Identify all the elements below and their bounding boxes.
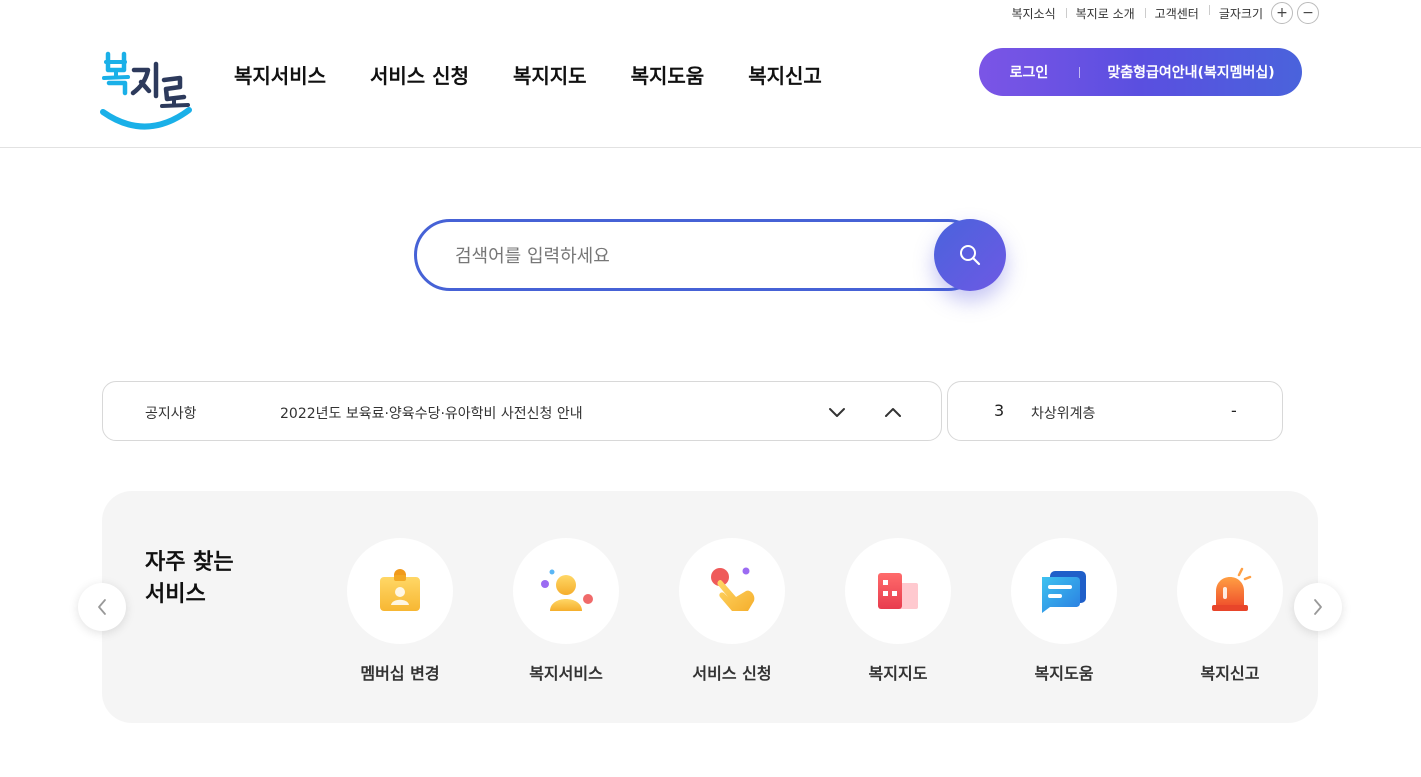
- service-icon-circle: [679, 538, 785, 644]
- chevron-left-icon: [98, 599, 106, 615]
- font-size-control: 글자크기 + −: [1208, 2, 1319, 24]
- nav-welfare-help[interactable]: 복지도움: [631, 60, 705, 89]
- notice-label: 공지사항: [145, 406, 197, 422]
- nav-service-application[interactable]: 서비스 신청: [370, 60, 469, 89]
- service-icon-circle: [1011, 538, 1117, 644]
- util-link-welfare-news[interactable]: 복지소식: [1001, 5, 1065, 22]
- service-label: 복지서비스: [529, 664, 603, 683]
- service-label: 복지지도: [868, 664, 928, 683]
- util-link-customer-center[interactable]: 고객센터: [1144, 5, 1209, 22]
- frequent-services-panel: 자주 찾는 서비스 멤버십 변경 복지서비스 서비스 신청 복지지도 복지도움 …: [102, 491, 1318, 723]
- service-welfare-help[interactable]: 복지도움: [1011, 538, 1117, 684]
- site-logo[interactable]: [100, 46, 192, 130]
- building-map-icon: [878, 573, 918, 609]
- font-decrease-button[interactable]: −: [1297, 2, 1319, 24]
- utility-bar: 복지소식 복지로 소개 고객센터 글자크기 + −: [1001, 0, 1319, 26]
- keyword-rank: 3: [994, 401, 1005, 420]
- alarm-siren-icon: [1212, 567, 1252, 611]
- chevron-up-icon: [885, 408, 901, 417]
- notice-prev-button[interactable]: [881, 400, 905, 424]
- nav-welfare-map[interactable]: 복지지도: [513, 60, 587, 89]
- chevron-down-icon: [829, 408, 845, 417]
- search-input[interactable]: [455, 242, 925, 270]
- site-header: 복지서비스 서비스 신청 복지지도 복지도움 복지신고 로그인 맞춤형급여안내(…: [0, 26, 1421, 148]
- service-welfare-services[interactable]: 복지서비스: [513, 538, 619, 684]
- service-icon-circle: [845, 538, 951, 644]
- search-icon: [960, 245, 981, 266]
- carousel-prev-button[interactable]: [78, 583, 126, 631]
- search-area: [414, 219, 1006, 291]
- main-navigation: 복지서비스 서비스 신청 복지지도 복지도움 복지신고: [234, 60, 866, 89]
- hand-pointer-icon: [711, 567, 755, 611]
- service-label: 복지도움: [1034, 664, 1094, 683]
- service-label: 서비스 신청: [692, 664, 772, 683]
- notice-next-button[interactable]: [825, 400, 849, 424]
- login-membership-bar: 로그인 맞춤형급여안내(복지멤버십): [979, 48, 1302, 96]
- service-icon-circle: [1177, 538, 1283, 644]
- person-icon: [541, 569, 593, 611]
- rank-change: -: [1231, 401, 1237, 420]
- carousel-next-button[interactable]: [1294, 583, 1342, 631]
- service-application[interactable]: 서비스 신청: [679, 538, 785, 684]
- nav-welfare-report[interactable]: 복지신고: [748, 60, 822, 89]
- membership-card-icon: [380, 569, 420, 611]
- search-button[interactable]: [934, 219, 1006, 291]
- chevron-right-icon: [1314, 599, 1322, 615]
- service-label: 멤버십 변경: [360, 664, 440, 683]
- frequent-services-title: 자주 찾는 서비스: [145, 550, 234, 607]
- service-icon-circle: [513, 538, 619, 644]
- util-link-about[interactable]: 복지로 소개: [1065, 5, 1145, 22]
- service-membership-change[interactable]: 멤버십 변경: [347, 538, 453, 684]
- chat-bubble-icon: [1042, 571, 1086, 613]
- popular-keyword-bar: 3 차상위계층 -: [947, 381, 1283, 441]
- search-box: [414, 219, 984, 291]
- service-welfare-map[interactable]: 복지지도: [845, 538, 951, 684]
- font-size-label: 글자크기: [1218, 6, 1263, 21]
- service-icon-circle: [347, 538, 453, 644]
- service-welfare-report[interactable]: 복지신고: [1177, 538, 1283, 684]
- login-button[interactable]: 로그인: [979, 62, 1079, 82]
- service-label: 복지신고: [1200, 664, 1260, 683]
- notice-link[interactable]: 2022년도 보육료·양육수당·유아학비 사전신청 안내: [280, 403, 583, 423]
- nav-welfare-services[interactable]: 복지서비스: [234, 60, 326, 89]
- membership-guide-button[interactable]: 맞춤형급여안내(복지멤버십): [1080, 62, 1302, 82]
- bokjiro-logo-icon: [100, 51, 192, 130]
- popular-keyword-link[interactable]: 차상위계층: [1031, 403, 1095, 423]
- notice-bar: 공지사항 2022년도 보육료·양육수당·유아학비 사전신청 안내: [102, 381, 942, 441]
- font-increase-button[interactable]: +: [1271, 2, 1293, 24]
